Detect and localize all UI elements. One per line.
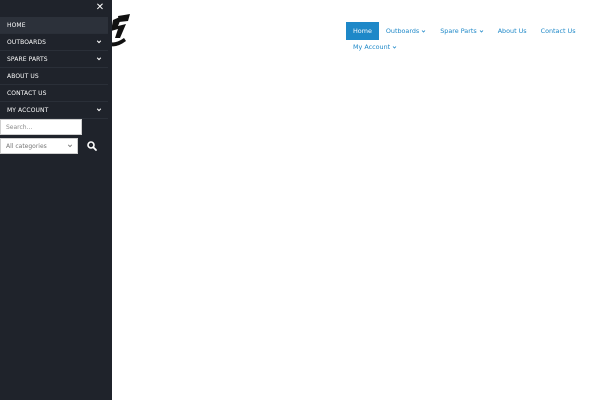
mobile-menu-item-home[interactable]: HOME (0, 17, 108, 34)
mobile-menu-item-label: CONTACT US (7, 89, 47, 97)
mobile-menu-item-outboards[interactable]: OUTBOARDS (0, 34, 108, 51)
chevron-down-icon (479, 29, 483, 33)
nav-about-us[interactable]: About Us (491, 22, 534, 40)
mobile-menu-item-label: OUTBOARDS (7, 38, 47, 46)
nav-home[interactable]: Home (346, 22, 379, 40)
chevron-down-icon[interactable] (96, 39, 102, 45)
nav-home-label: Home (353, 27, 372, 35)
nav-spare-parts-label: Spare Parts (440, 27, 477, 35)
mobile-menu-item-label: SPARE PARTS (7, 55, 48, 63)
nav-my-account-label: My Account (353, 43, 391, 51)
mobile-menu-item-label: ABOUT US (7, 72, 39, 80)
mobile-menu-item-contact-us[interactable]: CONTACT US (0, 85, 108, 102)
search-input[interactable]: Search... (0, 119, 82, 135)
category-select-value: All categories (6, 142, 47, 150)
nav-contact-us[interactable]: Contact Us (534, 22, 583, 40)
main-navigation: Home Outboards Spare Parts About Us Cont… (346, 22, 596, 54)
nav-about-us-label: About Us (497, 27, 527, 35)
chevron-down-icon (421, 29, 426, 33)
nav-contact-us-label: Contact Us (540, 27, 576, 35)
mobile-menu-item-label: HOME (7, 21, 26, 29)
category-select[interactable]: All categories (0, 138, 78, 154)
close-icon[interactable]: ✕ (94, 2, 106, 14)
nav-outboards[interactable]: Outboards (379, 22, 433, 40)
nav-spare-parts[interactable]: Spare Parts (433, 22, 490, 40)
chevron-down-icon (392, 45, 397, 49)
mobile-menu-item-spare-parts[interactable]: SPARE PARTS (0, 51, 108, 68)
chevron-down-icon (67, 144, 73, 148)
chevron-down-icon[interactable] (96, 56, 102, 62)
nav-outboards-label: Outboards (385, 27, 420, 35)
search-icon[interactable] (86, 140, 98, 152)
mobile-menu-item-label: MY ACCOUNT (7, 106, 49, 114)
mobile-menu-drawer: ✕ HOME OUTBOARDS SPARE PARTS ABOUT US CO… (0, 0, 112, 400)
nav-my-account[interactable]: My Account (346, 40, 404, 54)
mobile-menu-item-about-us[interactable]: ABOUT US (0, 68, 108, 85)
mobile-menu: HOME OUTBOARDS SPARE PARTS ABOUT US CONT… (0, 17, 108, 119)
search-placeholder: Search... (6, 123, 33, 131)
mobile-menu-item-my-account[interactable]: MY ACCOUNT (0, 102, 108, 119)
chevron-down-icon[interactable] (96, 107, 102, 113)
